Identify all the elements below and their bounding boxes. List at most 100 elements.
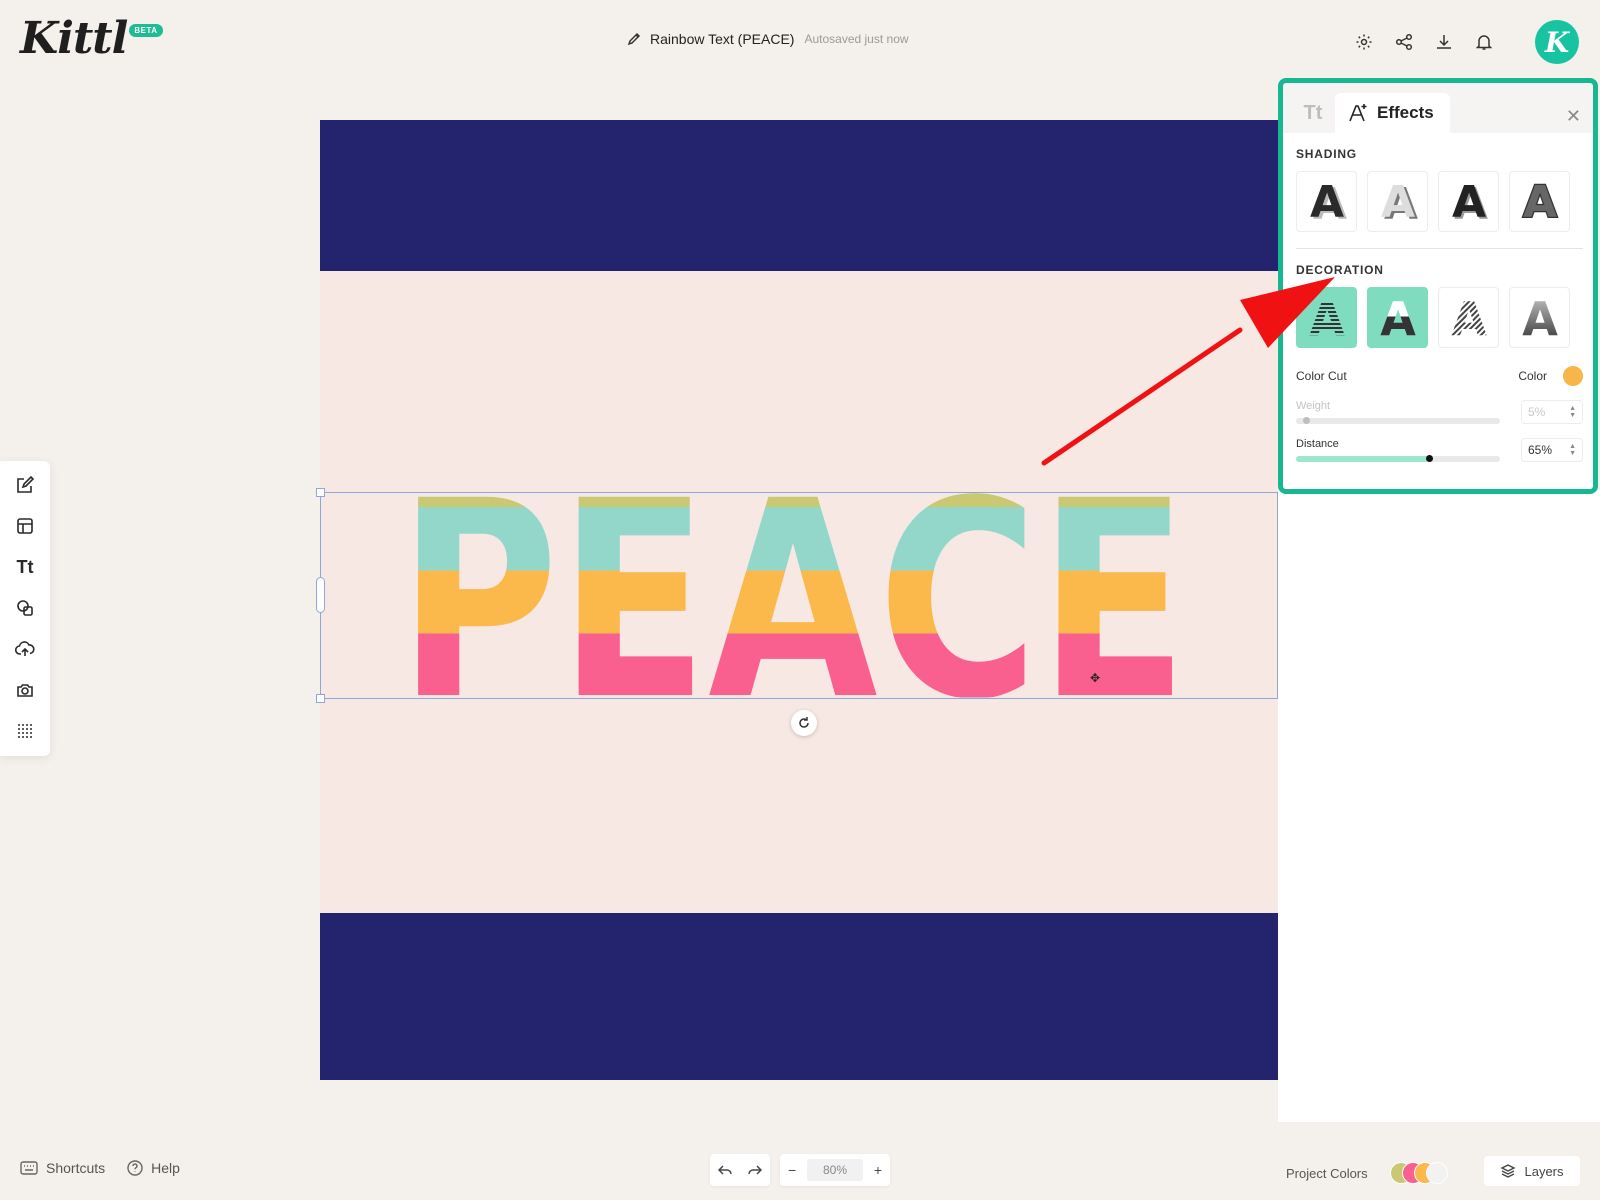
document-title[interactable]: Rainbow Text (PEACE) Autosaved just now (626, 31, 909, 47)
distance-row: Distance 65% ▲ ▼ (1296, 438, 1583, 462)
tab-effects[interactable]: Effects (1335, 93, 1450, 133)
help-button[interactable]: Help (127, 1160, 180, 1176)
weight-slider[interactable] (1296, 417, 1500, 424)
bottom-left-links: Shortcuts Help (20, 1160, 180, 1176)
layers-label: Layers (1524, 1163, 1564, 1179)
svg-text:A: A (1380, 179, 1414, 225)
peace-text-art[interactable]: PEACE (320, 120, 1278, 1080)
document-name[interactable]: Rainbow Text (PEACE) (650, 31, 794, 47)
gear-icon[interactable] (1352, 30, 1376, 54)
keyboard-icon (20, 1161, 38, 1175)
decoration-preview-1: A (1309, 295, 1345, 341)
zoom-in-button[interactable]: + (874, 1162, 882, 1178)
decoration-option-3[interactable]: A (1438, 287, 1499, 348)
grid-dots-icon[interactable] (13, 719, 37, 743)
decoration-preview-2: A (1380, 295, 1416, 341)
history-controls (710, 1154, 770, 1186)
decoration-preview-4: A (1522, 295, 1558, 341)
upload-icon[interactable] (13, 637, 37, 661)
effects-panel-body: SHADING AA AA AA AA DECORATION A A A A C… (1283, 133, 1593, 489)
color-swatch[interactable] (1563, 366, 1583, 386)
decoration-option-2[interactable]: A (1367, 287, 1428, 348)
svg-text:A: A (1380, 295, 1416, 341)
tab-effects-label: Effects (1377, 103, 1434, 122)
shading-option-1[interactable]: AA (1296, 171, 1357, 232)
shading-preview-2: AA (1380, 179, 1417, 225)
distance-label: Distance (1296, 438, 1339, 450)
zoom-out-button[interactable]: − (788, 1162, 796, 1178)
layers-button[interactable]: Layers (1484, 1156, 1580, 1186)
weight-slider-col: Weight (1296, 400, 1500, 424)
weight-label: Weight (1296, 400, 1331, 412)
panel-divider (1296, 248, 1583, 249)
pencil-icon (626, 31, 642, 47)
text-tool[interactable]: Tt (13, 555, 37, 579)
project-colors-label: Project Colors (1286, 1165, 1368, 1181)
user-avatar[interactable]: K (1535, 20, 1579, 64)
effects-panel: Tt Effects ✕ SHADING AA AA AA AA DECORAT… (1278, 78, 1598, 494)
decoration-preview-3: A (1451, 295, 1487, 341)
decoration-option-1[interactable]: A (1296, 287, 1357, 348)
decoration-options: A A A A (1296, 287, 1583, 348)
shading-preview-3: AA (1451, 179, 1487, 225)
distance-slider[interactable] (1296, 455, 1500, 462)
project-colors[interactable]: Project Colors (1286, 1162, 1448, 1184)
header-actions (1352, 30, 1496, 54)
help-icon (127, 1160, 143, 1176)
right-side-sheet (1278, 490, 1600, 1122)
rotate-icon (799, 717, 809, 728)
help-label: Help (151, 1160, 180, 1176)
autosave-status: Autosaved just now (804, 32, 909, 46)
effects-icon (1349, 104, 1367, 122)
shortcuts-label: Shortcuts (46, 1160, 106, 1176)
color-label: Color (1518, 369, 1547, 383)
svg-text:A: A (1309, 295, 1345, 341)
templates-icon[interactable] (13, 514, 37, 538)
svg-text:A: A (1522, 179, 1556, 225)
design-canvas[interactable]: PEACE (320, 120, 1278, 1080)
distance-stepper-icon[interactable]: ▲ ▼ (1569, 443, 1576, 457)
left-toolbar: Tt (0, 461, 50, 756)
layers-icon (1500, 1164, 1517, 1178)
distance-slider-col: Distance (1296, 438, 1500, 462)
shading-option-3[interactable]: AA (1438, 171, 1499, 232)
share-icon[interactable] (1392, 30, 1416, 54)
color-group: Color (1518, 366, 1583, 386)
zoom-controls: − 80% + (780, 1154, 890, 1186)
project-color-swatches[interactable] (1389, 1162, 1448, 1184)
close-icon[interactable]: ✕ (1566, 107, 1581, 125)
redo-icon[interactable] (748, 1164, 762, 1176)
edit-icon[interactable] (13, 473, 37, 497)
camera-icon[interactable] (13, 678, 37, 702)
svg-text:A: A (1451, 295, 1487, 341)
bell-icon[interactable] (1472, 30, 1496, 54)
tab-text[interactable]: Tt (1291, 93, 1335, 133)
zoom-level[interactable]: 80% (807, 1159, 863, 1181)
distance-input[interactable]: 65% ▲ ▼ (1521, 438, 1583, 462)
panel-tabs: Tt Effects ✕ (1283, 83, 1593, 133)
peace-text: PEACE (398, 444, 1188, 760)
distance-slider-fill (1296, 456, 1429, 462)
download-icon[interactable] (1432, 30, 1456, 54)
weight-slider-knob[interactable] (1303, 417, 1311, 424)
beta-badge: BETA (129, 24, 163, 37)
distance-slider-knob[interactable] (1425, 455, 1433, 462)
svg-text:A: A (1451, 179, 1485, 225)
kittl-logo[interactable]: Kittl BETA (20, 14, 163, 64)
rotate-handle[interactable] (791, 710, 817, 736)
distance-value: 65% (1528, 443, 1553, 457)
elements-icon[interactable] (13, 596, 37, 620)
project-color-swatch-4[interactable] (1425, 1162, 1448, 1184)
weight-stepper-icon[interactable]: ▲ ▼ (1569, 405, 1576, 419)
shortcuts-button[interactable]: Shortcuts (20, 1160, 105, 1176)
svg-text:A: A (1309, 179, 1343, 225)
color-cut-label: Color Cut (1296, 369, 1347, 383)
undo-icon[interactable] (718, 1164, 732, 1176)
shading-option-4[interactable]: AA (1509, 171, 1570, 232)
weight-input[interactable]: 5% ▲ ▼ (1521, 400, 1583, 424)
decoration-title: DECORATION (1296, 263, 1384, 277)
logo-wordmark: Kittl (20, 13, 128, 64)
decoration-option-4[interactable]: A (1509, 287, 1570, 348)
shading-option-2[interactable]: AA (1367, 171, 1428, 232)
move-cursor-icon: ✥ (1090, 671, 1101, 685)
